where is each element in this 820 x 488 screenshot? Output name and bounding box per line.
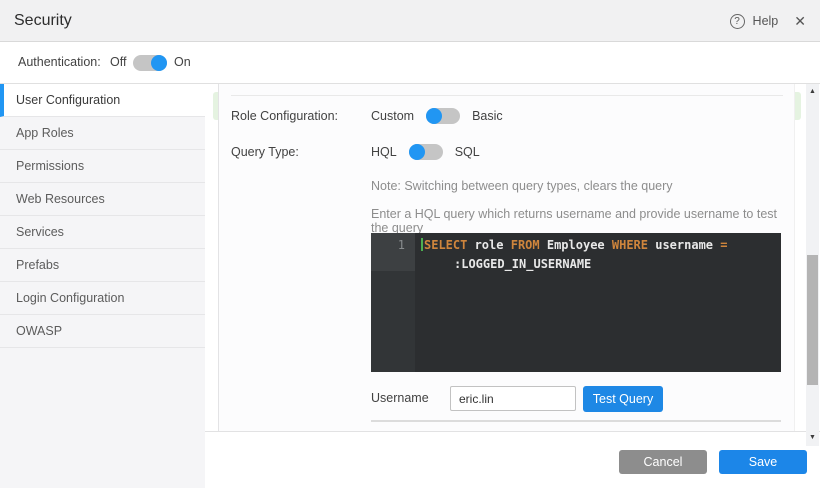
header-actions: ? Help ✕ [730,0,806,42]
window-header: Security ? Help ✕ [0,0,820,42]
question-mark-glyph: ? [734,16,740,27]
sidebar-item-permissions[interactable]: Permissions [0,150,205,183]
code-token: :LOGGED_IN_USERNAME [454,257,591,271]
close-icon[interactable]: ✕ [794,13,806,30]
auth-off-label: Off [110,42,126,83]
authentication-label: Authentication: [18,42,101,83]
line-number: 1 [371,233,415,271]
sidebar-item-owasp[interactable]: OWASP [0,315,205,348]
section-divider [231,95,783,96]
code-token: = [720,238,727,252]
sidebar-nav: User ConfigurationApp RolesPermissionsWe… [0,84,205,488]
code-line: :LOGGED_IN_USERNAME [421,255,775,274]
save-button[interactable]: Save [719,450,807,474]
toggle-knob [426,108,442,124]
hql-query-editor[interactable]: 1 SELECT role FROM Employee WHERE userna… [371,233,781,372]
security-window: Security ? Help ✕ Authentication: Off On… [0,0,820,488]
scrollbar-up-icon[interactable]: ▲ [806,86,819,98]
query-hql-label: HQL [371,140,397,164]
authentication-toggle[interactable] [133,55,167,71]
sidebar-item-prefabs[interactable]: Prefabs [0,249,205,282]
help-icon[interactable]: ? [730,14,745,29]
cancel-button[interactable]: Cancel [619,450,707,474]
code-area[interactable]: SELECT role FROM Employee WHERE username… [415,233,781,372]
code-token: FROM [511,238,540,252]
code-token: WHERE [612,238,648,252]
vertical-scrollbar[interactable]: ▲ ▼ [806,84,819,446]
field-divider [371,420,781,422]
sidebar-item-services[interactable]: Services [0,216,205,249]
editor-gutter: 1 [371,233,415,372]
code-line: SELECT role FROM Employee WHERE username… [421,236,775,255]
sidebar-item-app-roles[interactable]: App Roles [0,117,205,150]
scrollbar-thumb[interactable] [807,255,818,385]
code-token: SELECT [424,238,467,252]
code-token: username [648,238,720,252]
sidebar-item-login-configuration[interactable]: Login Configuration [0,282,205,315]
sidebar-item-web-resources[interactable]: Web Resources [0,183,205,216]
query-instruction: Enter a HQL query which returns username… [371,207,794,235]
role-configuration-label: Role Configuration: [231,104,338,128]
code-token: Employee [540,238,612,252]
role-custom-label: Custom [371,104,414,128]
username-label: Username [371,385,429,411]
toggle-knob [151,55,167,71]
user-configuration-panel: Role Configuration: Custom Basic Query T… [218,84,795,431]
role-basic-label: Basic [472,104,503,128]
role-configuration-control: Custom Basic [371,104,503,128]
query-type-label: Query Type: [231,140,299,164]
query-type-control: HQL SQL [371,140,480,164]
footer-bar: Cancel Save [205,431,820,488]
help-link[interactable]: Help [753,14,779,28]
query-note: Note: Switching between query types, cle… [371,179,673,193]
scrollbar-down-icon[interactable]: ▼ [806,432,819,444]
username-input[interactable] [450,386,576,411]
code-token: role [467,238,510,252]
query-sql-label: SQL [455,140,480,164]
toggle-knob [409,144,425,160]
text-cursor-icon [421,238,423,251]
query-type-toggle[interactable] [409,144,443,160]
role-configuration-toggle[interactable] [426,108,460,124]
page-title: Security [14,0,72,42]
auth-on-label: On [174,42,191,83]
authentication-bar: Authentication: Off On ✓ Tested query su… [0,42,820,84]
sidebar-item-user-configuration[interactable]: User Configuration [0,84,205,117]
test-query-button[interactable]: Test Query [583,386,663,412]
